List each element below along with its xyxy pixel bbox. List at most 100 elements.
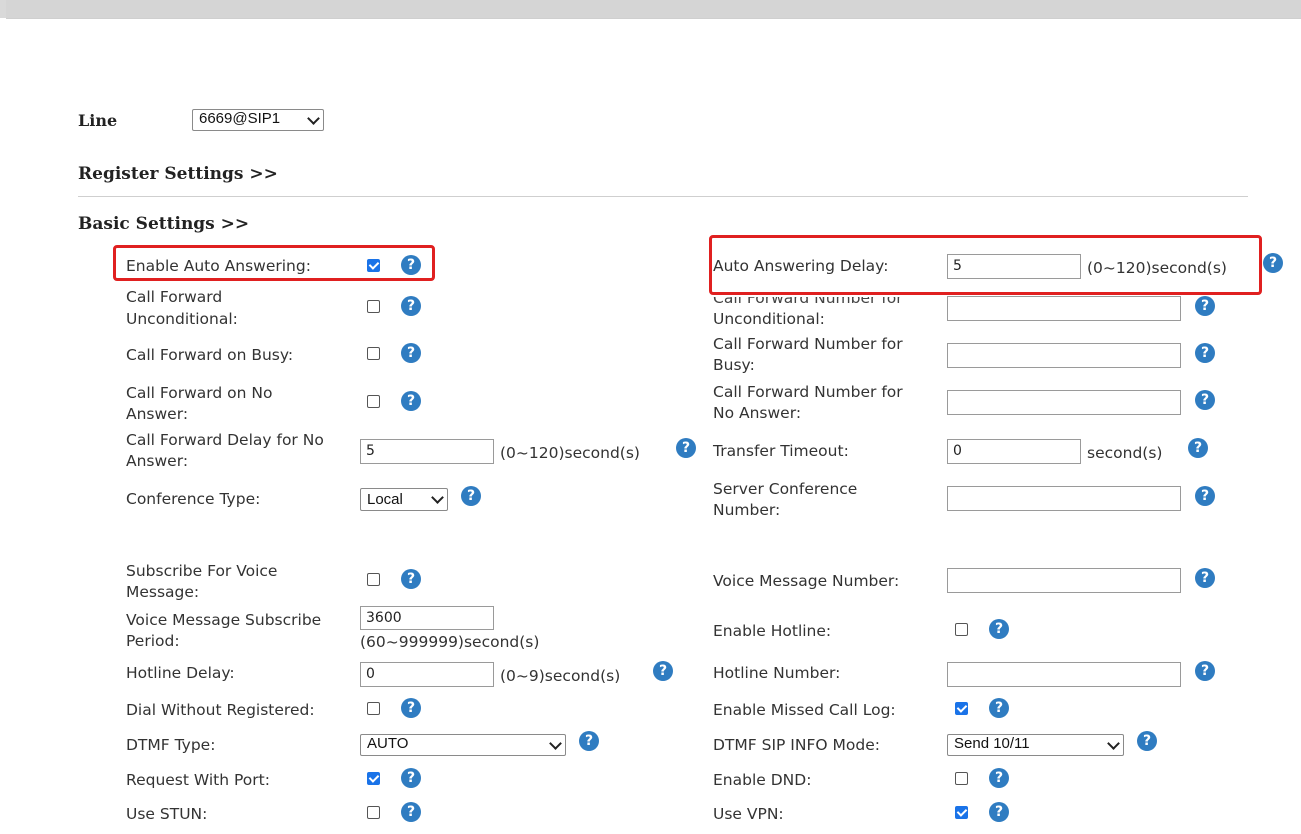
enable-hotline-checkbox[interactable] — [955, 623, 968, 636]
auto-answer-delay-unit: (0~120)second(s) — [1087, 259, 1227, 277]
help-icon[interactable]: ? — [579, 731, 599, 751]
dtmf-sip-info-value: Send 10/11 — [954, 735, 1030, 752]
vm-number-label: Voice Message Number: — [713, 572, 900, 590]
vm-period-label-2: Period: — [126, 632, 180, 650]
cf-delay-label-2: Answer: — [126, 452, 189, 470]
help-icon[interactable]: ? — [1188, 438, 1208, 458]
dtmf-type-value: AUTO — [367, 735, 409, 752]
cfn-busy-input[interactable] — [947, 343, 1181, 368]
cf-uncond-checkbox[interactable] — [367, 300, 380, 313]
help-icon[interactable]: ? — [401, 391, 421, 411]
help-icon[interactable]: ? — [989, 619, 1009, 639]
chevron-down-icon — [549, 737, 562, 750]
help-icon[interactable]: ? — [1195, 296, 1215, 316]
conf-type-label: Conference Type: — [126, 490, 261, 508]
dial-without-reg-checkbox[interactable] — [367, 702, 380, 715]
cf-noans-label-1: Call Forward on No — [126, 384, 273, 402]
use-vpn-label: Use VPN: — [713, 805, 784, 823]
cf-noans-label-2: Answer: — [126, 405, 189, 423]
dial-without-reg-label: Dial Without Registered: — [126, 701, 315, 719]
help-icon[interactable]: ? — [989, 768, 1009, 788]
cfn-busy-label-1: Call Forward Number for — [713, 335, 903, 353]
help-icon[interactable]: ? — [1195, 390, 1215, 410]
req-port-label: Request With Port: — [126, 771, 270, 789]
req-port-checkbox[interactable] — [367, 772, 380, 785]
server-conf-label-1: Server Conference — [713, 480, 858, 498]
transfer-timeout-unit: second(s) — [1087, 444, 1163, 462]
help-icon[interactable]: ? — [989, 802, 1009, 822]
help-icon[interactable]: ? — [1195, 343, 1215, 363]
server-conf-input[interactable] — [947, 486, 1181, 511]
hotline-delay-input[interactable]: 0 — [360, 662, 494, 687]
vm-number-input[interactable] — [947, 568, 1181, 593]
help-icon[interactable]: ? — [461, 486, 481, 506]
enable-hotline-label: Enable Hotline: — [713, 622, 832, 640]
hotline-number-label: Hotline Number: — [713, 664, 841, 682]
chevron-down-icon — [431, 491, 444, 504]
enable-dnd-checkbox[interactable] — [955, 772, 968, 785]
help-icon[interactable]: ? — [401, 768, 421, 788]
cfn-busy-label-2: Busy: — [713, 356, 755, 374]
register-settings-link[interactable]: Register Settings >> — [78, 164, 278, 184]
conf-type-value: Local — [367, 491, 403, 508]
hotline-number-input[interactable] — [947, 662, 1181, 687]
subscribe-vm-label-1: Subscribe For Voice — [126, 562, 278, 580]
line-label: Line — [78, 111, 118, 130]
use-vpn-checkbox[interactable] — [955, 806, 968, 819]
help-icon[interactable]: ? — [401, 343, 421, 363]
help-icon[interactable]: ? — [1137, 731, 1157, 751]
help-icon[interactable]: ? — [401, 296, 421, 316]
line-select[interactable]: 6669@SIP1 — [192, 109, 324, 131]
divider — [78, 196, 1248, 197]
help-icon[interactable]: ? — [653, 661, 673, 681]
dtmf-sip-info-label: DTMF SIP INFO Mode: — [713, 736, 880, 754]
transfer-timeout-input[interactable]: 0 — [947, 439, 1081, 464]
use-stun-checkbox[interactable] — [367, 806, 380, 819]
server-conf-label-2: Number: — [713, 501, 781, 519]
subscribe-vm-checkbox[interactable] — [367, 573, 380, 586]
cfn-uncond-input[interactable] — [947, 296, 1181, 321]
cf-delay-unit: (0~120)second(s) — [500, 444, 640, 462]
enable-dnd-label: Enable DND: — [713, 771, 812, 789]
cf-busy-checkbox[interactable] — [367, 347, 380, 360]
cf-busy-label: Call Forward on Busy: — [126, 346, 294, 364]
basic-settings-link[interactable]: Basic Settings >> — [78, 214, 249, 234]
cf-uncond-label-2: Unconditional: — [126, 310, 238, 328]
vm-period-unit: (60~999999)second(s) — [360, 633, 540, 651]
help-icon[interactable]: ? — [401, 569, 421, 589]
cf-delay-input[interactable]: 5 — [360, 439, 494, 464]
help-icon[interactable]: ? — [401, 802, 421, 822]
chevron-down-icon — [1107, 737, 1120, 750]
cfn-noans-input[interactable] — [947, 390, 1181, 415]
hotline-delay-label: Hotline Delay: — [126, 664, 235, 682]
cfn-noans-label-1: Call Forward Number for — [713, 383, 903, 401]
dtmf-type-label: DTMF Type: — [126, 736, 216, 754]
missed-call-log-checkbox[interactable] — [955, 702, 968, 715]
chevron-down-icon — [307, 112, 320, 125]
subscribe-vm-label-2: Message: — [126, 583, 200, 601]
cfn-noans-label-2: No Answer: — [713, 404, 802, 422]
dtmf-sip-info-select[interactable]: Send 10/11 — [947, 734, 1124, 756]
transfer-timeout-label: Transfer Timeout: — [713, 442, 849, 460]
help-icon[interactable]: ? — [401, 698, 421, 718]
help-icon[interactable]: ? — [989, 698, 1009, 718]
cf-noans-checkbox[interactable] — [367, 395, 380, 408]
help-icon[interactable]: ? — [401, 255, 421, 275]
line-select-value: 6669@SIP1 — [199, 110, 281, 127]
top-bar — [0, 0, 1301, 19]
conf-type-select[interactable]: Local — [360, 488, 448, 511]
vm-period-label-1: Voice Message Subscribe — [126, 611, 322, 629]
cfn-uncond-label-2: Unconditional: — [713, 310, 825, 328]
help-icon[interactable]: ? — [1263, 253, 1283, 273]
help-icon[interactable]: ? — [676, 438, 696, 458]
auto-answer-delay-input[interactable]: 5 — [947, 254, 1081, 279]
help-icon[interactable]: ? — [1195, 661, 1215, 681]
help-icon[interactable]: ? — [1195, 568, 1215, 588]
auto-answer-checkbox[interactable] — [367, 259, 380, 272]
top-bar-inner — [6, 0, 1301, 19]
vm-period-input[interactable]: 3600 — [360, 606, 494, 630]
cf-uncond-label-1: Call Forward — [126, 288, 223, 306]
use-stun-label: Use STUN: — [126, 805, 208, 823]
dtmf-type-select[interactable]: AUTO — [360, 734, 566, 756]
help-icon[interactable]: ? — [1195, 486, 1215, 506]
